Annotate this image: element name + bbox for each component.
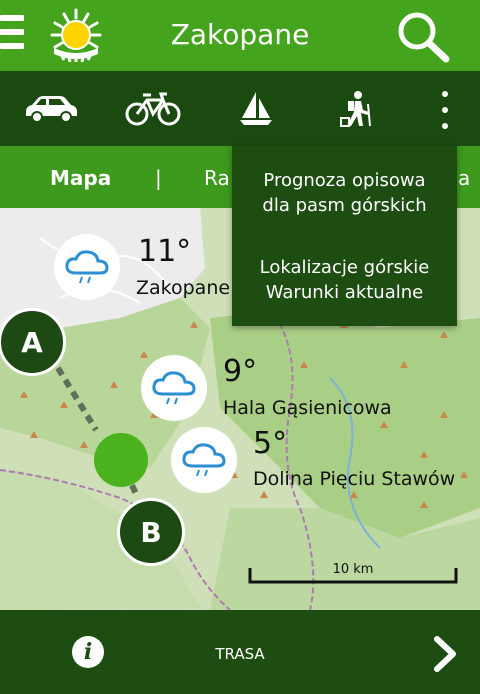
chevron-right-icon[interactable]	[432, 636, 458, 672]
scale-label: 10 km	[332, 562, 374, 577]
tab-separator: |	[155, 166, 162, 190]
tab-partial-right[interactable]: a	[458, 166, 470, 190]
hiker-icon[interactable]	[336, 71, 376, 146]
menu-item-prognoza-line1: Prognoza opisowa	[263, 170, 426, 191]
route-marker-a[interactable]: A	[0, 308, 66, 376]
location-name-hala: Hala Gąsienicowa	[223, 397, 392, 419]
location-name-zakopane: Zakopane	[136, 277, 231, 299]
tab-mapa[interactable]: Mapa	[50, 166, 111, 190]
map-scale: 10 km	[248, 560, 458, 586]
app-bar: Zakopane	[0, 0, 480, 71]
cloud-rain-icon	[171, 427, 237, 493]
sailboat-icon[interactable]	[234, 71, 278, 146]
menu-item-prognoza-line2: dla pasm górskich	[262, 195, 427, 216]
menu-item-lokalizacje-line1: Lokalizacje górskie	[259, 257, 430, 278]
cloud-rain-icon	[54, 234, 120, 300]
menu-item-lokalizacje-line2: Warunki aktualne	[265, 282, 424, 303]
location-name-dolina: Dolina Pięciu Stawów	[253, 468, 456, 490]
temperature-hala: 9°	[223, 354, 258, 389]
temperature-dolina: 5°	[253, 426, 288, 461]
route-button[interactable]: TRASA	[190, 645, 290, 663]
car-icon[interactable]	[20, 71, 82, 146]
info-icon[interactable]: i	[72, 636, 104, 668]
search-icon[interactable]	[396, 10, 452, 64]
more-vertical-icon[interactable]	[438, 91, 452, 131]
menu-item-lokalizacje[interactable]: Lokalizacje górskie Warunki aktualne	[232, 255, 457, 305]
transport-toolbar	[0, 71, 480, 146]
bicycle-icon[interactable]	[124, 71, 182, 146]
tab-partial-left[interactable]: Ra	[204, 166, 230, 190]
overflow-menu: Prognoza opisowa dla pasm górskich Lokal…	[232, 146, 457, 326]
route-waypoint[interactable]	[94, 433, 148, 487]
route-marker-b[interactable]: B	[117, 498, 185, 566]
menu-item-prognoza[interactable]: Prognoza opisowa dla pasm górskich	[232, 168, 457, 218]
temperature-zakopane: 11°	[138, 234, 192, 269]
cloud-rain-icon	[141, 355, 207, 421]
